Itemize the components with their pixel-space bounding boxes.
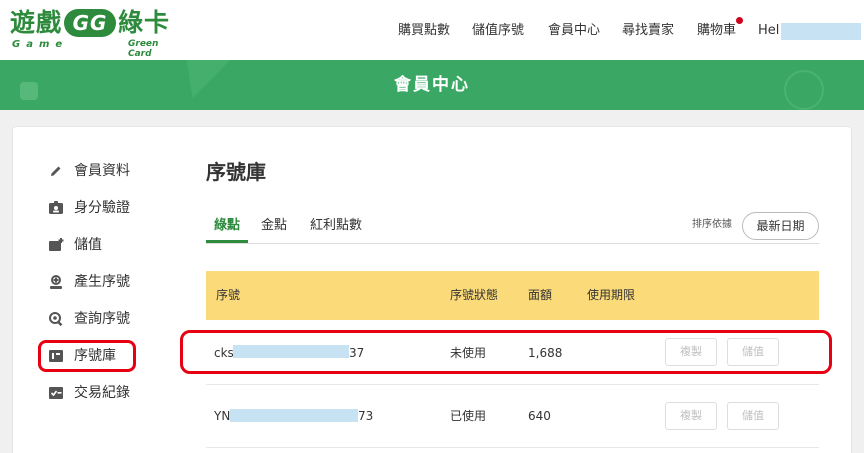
wallet-icon — [49, 238, 64, 251]
tab-gold-points[interactable]: 金點 — [261, 214, 287, 238]
row-divider — [206, 384, 819, 385]
sort-select-button[interactable]: 最新日期 — [742, 212, 819, 240]
logo-wordmark: 遊戲 GG 綠卡 — [10, 8, 170, 38]
logo-text-left: 遊戲 — [10, 8, 63, 37]
redeem-button[interactable]: 儲值 — [727, 402, 779, 430]
tab-bonus-points[interactable]: 紅利點數 — [310, 214, 362, 238]
logo-subtitle-left: Game — [12, 39, 69, 50]
nav-user-greeting[interactable]: Hel — [758, 20, 779, 42]
code-prefix: YN — [214, 409, 231, 423]
code-amount: 640 — [528, 409, 551, 423]
column-header-expiry: 使用期限 — [587, 288, 636, 302]
page-banner: 會員中心 — [0, 60, 864, 110]
code-suffix: 73 — [358, 409, 374, 423]
copy-button[interactable]: 複製 — [665, 402, 717, 430]
nav-redeem-code[interactable]: 儲值序號 — [472, 20, 524, 42]
table-header: 序號 序號狀態 面額 使用期限 — [206, 271, 819, 320]
banner-title: 會員中心 — [394, 75, 470, 95]
site-header: 遊戲 GG 綠卡 Game Green Card 購買點數 儲值序號 會員中心 尋找… — [0, 0, 864, 60]
cart-notification-dot — [736, 17, 744, 24]
site-logo[interactable]: 遊戲 GG 綠卡 Game Green Card — [10, 8, 185, 59]
column-header-amount: 面額 — [528, 288, 553, 302]
logo-text-right: 綠卡 — [118, 8, 171, 37]
pencil-icon — [51, 166, 61, 176]
code-status: 已使用 — [450, 409, 487, 423]
sidebar-item-label: 交易紀錄 — [74, 385, 130, 401]
column-header-status: 序號狀態 — [450, 288, 499, 302]
page-title: 序號庫 — [206, 160, 266, 184]
row-divider — [206, 447, 819, 448]
user-plus-icon — [50, 275, 62, 289]
row-highlight-box — [180, 330, 832, 374]
logo-gg-badge: GG — [64, 9, 117, 37]
column-header-code: 序號 — [216, 288, 241, 302]
nav-member-center[interactable]: 會員中心 — [548, 20, 600, 42]
id-card-icon — [49, 201, 63, 214]
sort-label: 排序依據 — [692, 219, 732, 230]
logo-subtitle-right: Green Card — [128, 39, 159, 59]
sidebar-item-label: 產生序號 — [74, 274, 130, 290]
sidebar-item-label: 會員資料 — [74, 163, 130, 179]
search-icon — [49, 312, 63, 327]
checklist-icon — [49, 387, 63, 399]
nav-find-seller[interactable]: 尋找賣家 — [622, 20, 674, 42]
user-name-redaction — [781, 23, 861, 40]
sidebar-item-label: 查詢序號 — [74, 311, 130, 327]
sidebar-item-label: 儲值 — [74, 237, 102, 253]
active-tab-indicator — [206, 240, 248, 243]
tab-green-points[interactable]: 綠點 — [214, 214, 240, 238]
sidebar-item-label: 身分驗證 — [74, 200, 130, 216]
nav-cart[interactable]: 購物車 — [697, 17, 744, 42]
tab-divider — [206, 243, 819, 244]
sidebar-highlight-box — [38, 340, 136, 372]
nav-cart-label: 購物車 — [697, 23, 737, 38]
nav-buy-points[interactable]: 購買點數 — [398, 20, 450, 42]
code-redaction — [230, 409, 358, 422]
